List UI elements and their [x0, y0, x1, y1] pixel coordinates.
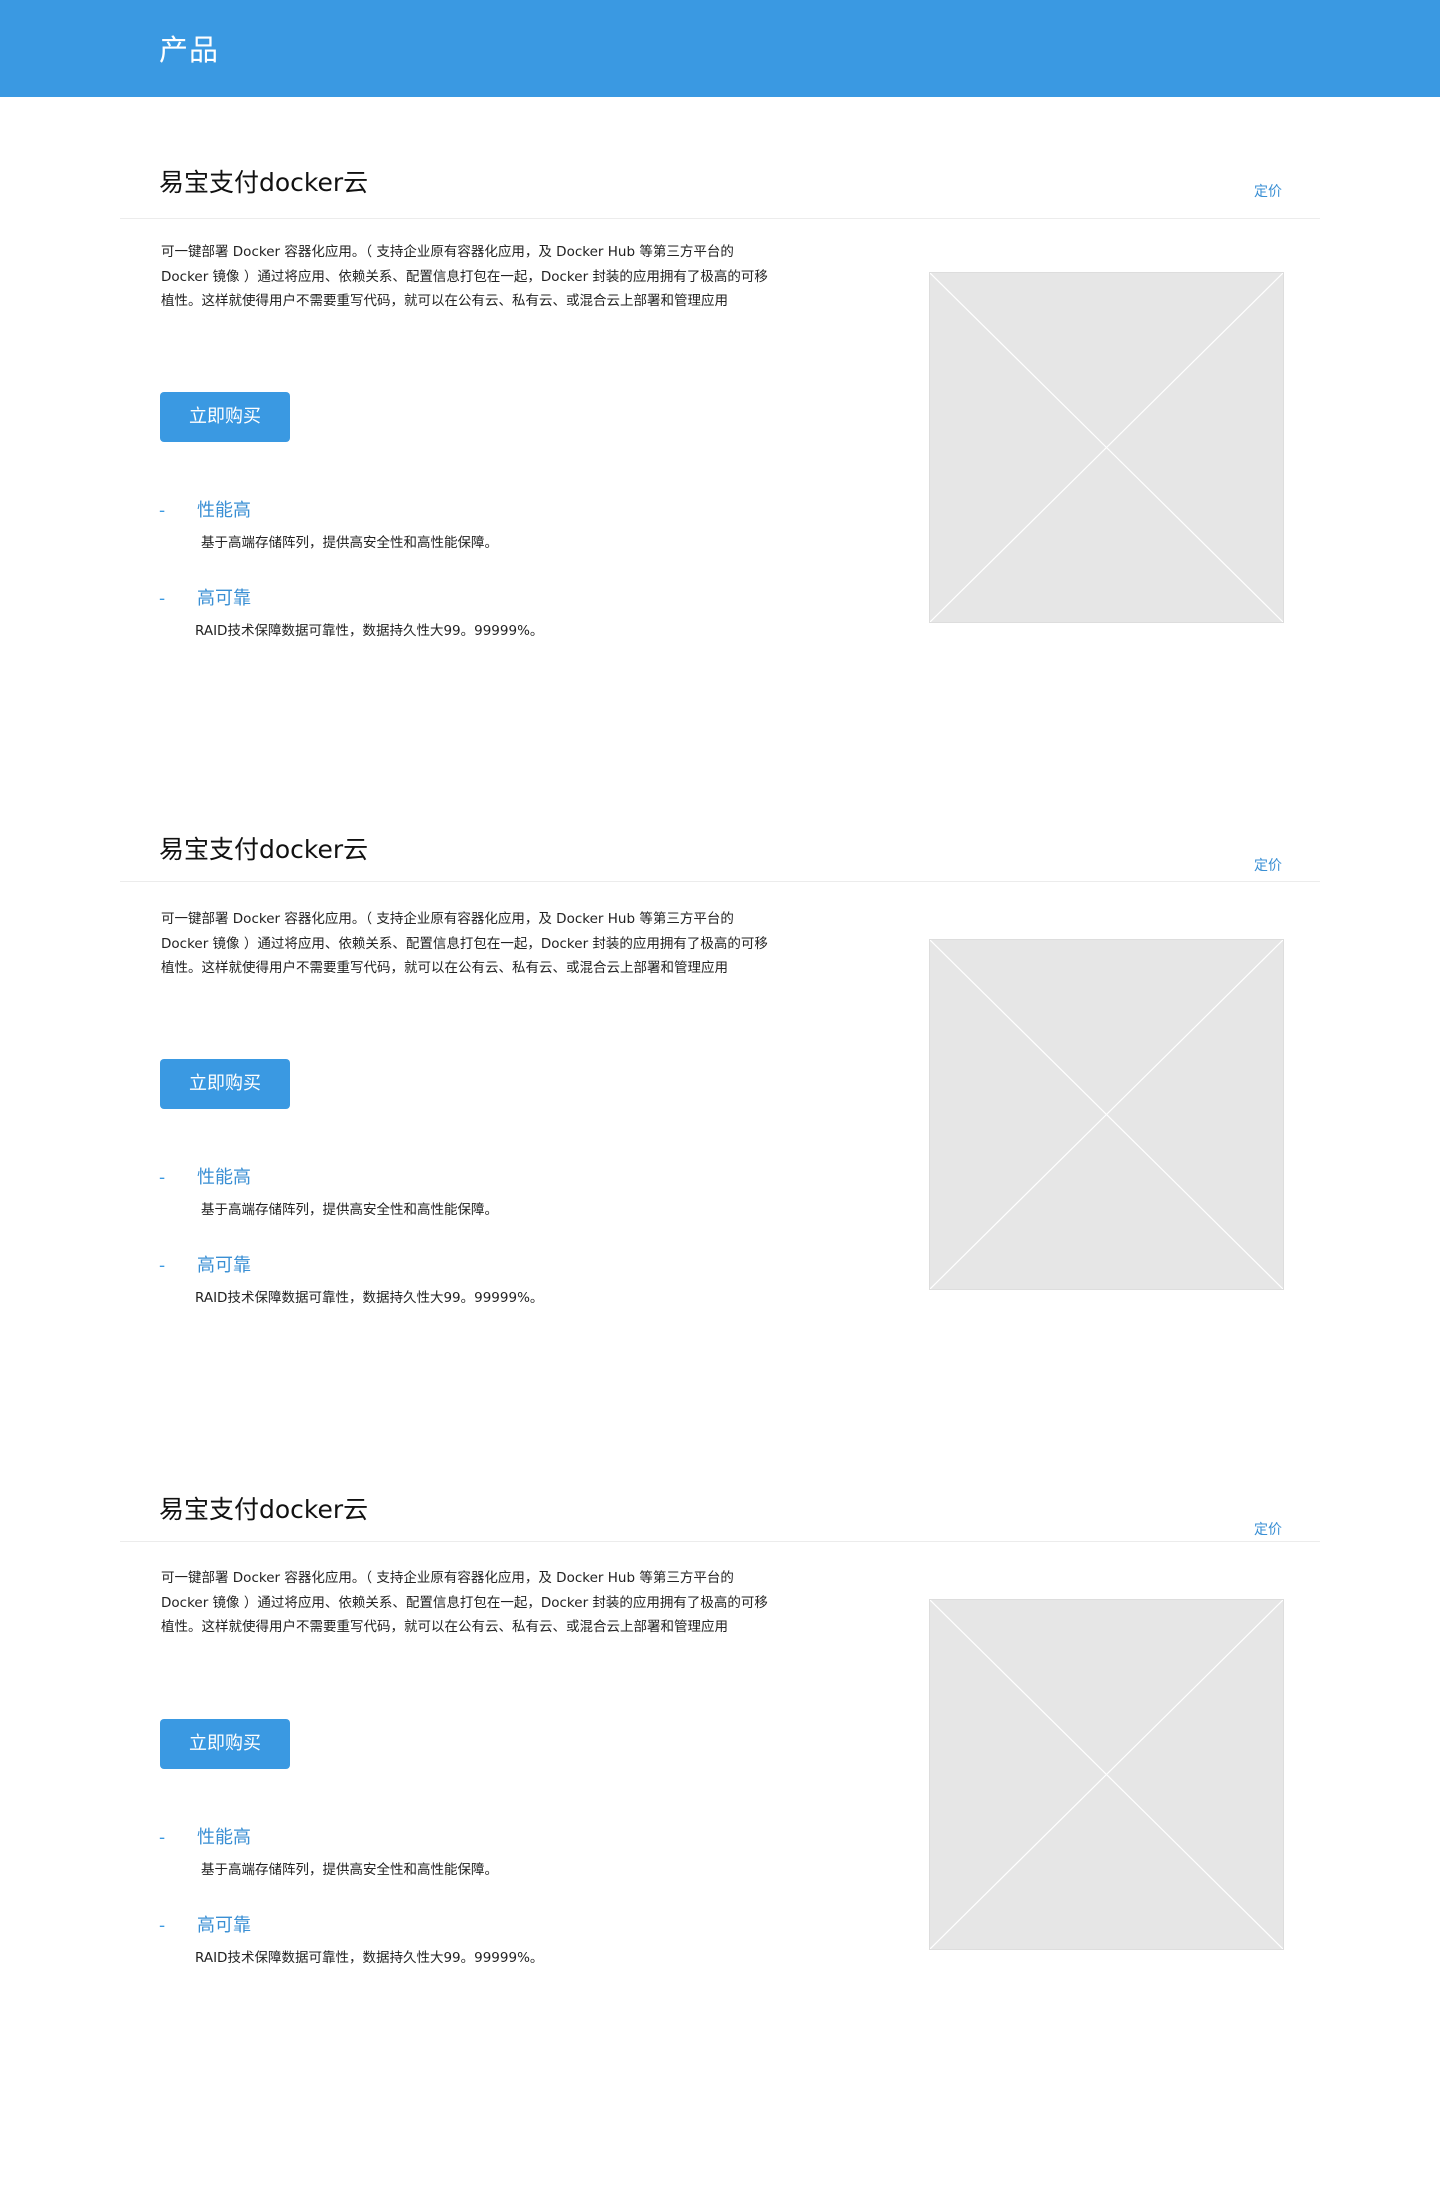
feature-title-reliability: 高可靠 — [197, 1255, 251, 1276]
feature-description-reliability: RAID技术保障数据可靠性，数据持久性大99。99999%。 — [195, 623, 544, 639]
product-image-placeholder — [929, 1599, 1284, 1950]
image-placeholder-icon — [929, 1599, 1284, 1950]
buy-now-button[interactable]: 立即购买 — [160, 1719, 290, 1769]
product-description: 可一键部署 Docker 容器化应用。（ 支持企业原有容器化应用，及 Docke… — [161, 1570, 768, 1635]
feature-description-performance: 基于高端存储阵列，提供高安全性和高性能保障。 — [201, 1862, 498, 1878]
product-section: 易宝支付docker云 定价 可一键部署 Docker 容器化应用。（ 支持企业… — [0, 834, 1440, 1414]
feature-title-performance: 性能高 — [197, 1167, 251, 1188]
feature-description-reliability: RAID技术保障数据可靠性，数据持久性大99。99999%。 — [195, 1290, 544, 1306]
feature-bullet: - — [159, 1256, 166, 1276]
product-image-placeholder — [929, 272, 1284, 623]
product-description: 可一键部署 Docker 容器化应用。（ 支持企业原有容器化应用，及 Docke… — [161, 911, 768, 976]
image-placeholder-icon — [929, 939, 1284, 1290]
feature-bullet: - — [159, 1168, 166, 1188]
product-title: 易宝支付docker云 — [159, 168, 369, 197]
product-section: 易宝支付docker云 定价 可一键部署 Docker 容器化应用。（ 支持企业… — [0, 1494, 1440, 2074]
feature-description-performance: 基于高端存储阵列，提供高安全性和高性能保障。 — [201, 1202, 498, 1218]
pricing-link[interactable]: 定价 — [1254, 183, 1282, 201]
buy-now-button[interactable]: 立即购买 — [160, 392, 290, 442]
buy-now-button[interactable]: 立即购买 — [160, 1059, 290, 1109]
feature-title-performance: 性能高 — [197, 500, 251, 521]
product-image-placeholder — [929, 939, 1284, 1290]
image-placeholder-icon — [929, 272, 1284, 623]
section-divider — [120, 881, 1320, 882]
feature-title-reliability: 高可靠 — [197, 588, 251, 609]
feature-description-performance: 基于高端存储阵列，提供高安全性和高性能保障。 — [201, 535, 498, 551]
pricing-link[interactable]: 定价 — [1254, 857, 1282, 875]
section-divider — [120, 218, 1320, 219]
feature-bullet: - — [159, 1916, 166, 1936]
feature-description-reliability: RAID技术保障数据可靠性，数据持久性大99。99999%。 — [195, 1950, 544, 1966]
feature-title-reliability: 高可靠 — [197, 1915, 251, 1936]
product-section: 易宝支付docker云 定价 可一键部署 Docker 容器化应用。（ 支持企业… — [0, 167, 1440, 747]
feature-bullet: - — [159, 589, 166, 609]
product-title: 易宝支付docker云 — [159, 835, 369, 864]
product-title: 易宝支付docker云 — [159, 1495, 369, 1524]
header-bar: 产品 — [0, 0, 1440, 97]
page-title: 产品 — [159, 33, 220, 67]
pricing-link[interactable]: 定价 — [1254, 1521, 1282, 1539]
section-divider — [120, 1541, 1320, 1542]
feature-title-performance: 性能高 — [197, 1827, 251, 1848]
product-description: 可一键部署 Docker 容器化应用。（ 支持企业原有容器化应用，及 Docke… — [161, 244, 768, 309]
feature-bullet: - — [159, 501, 166, 521]
feature-bullet: - — [159, 1828, 166, 1848]
